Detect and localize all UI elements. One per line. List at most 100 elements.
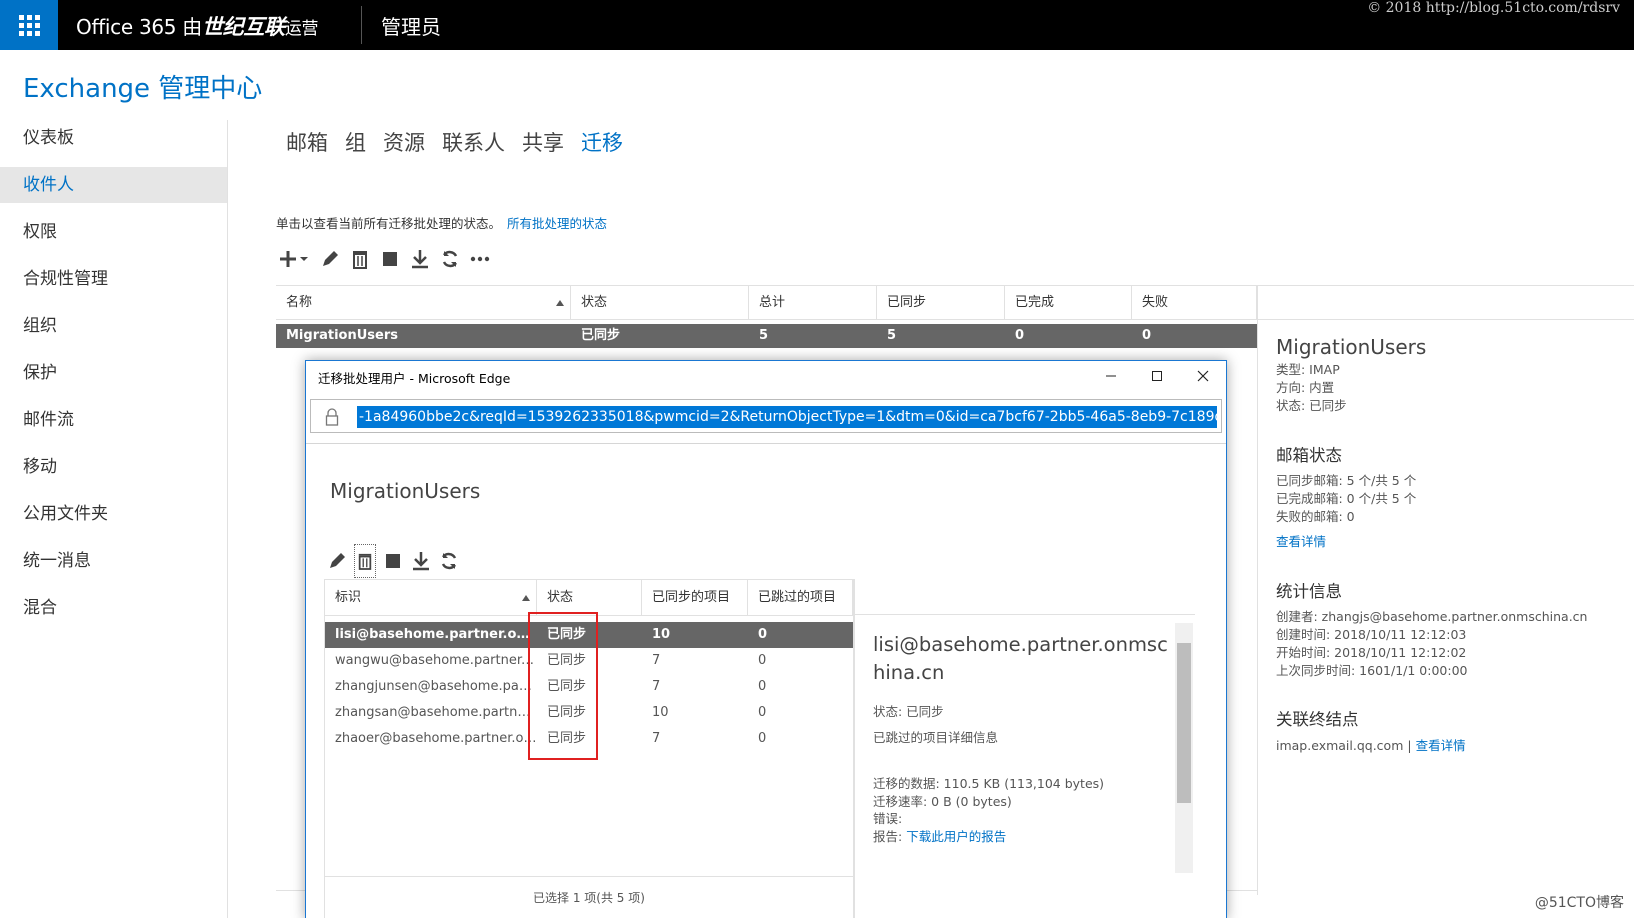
view-details-link[interactable]: 查看详情 [1276, 533, 1326, 551]
nav-item-public-folders[interactable]: 公用文件夹 [0, 496, 227, 532]
sort-ascending-icon [522, 595, 530, 601]
col-synced[interactable]: 已同步 [877, 286, 1005, 319]
delete-icon[interactable] [349, 248, 371, 270]
sort-ascending-icon [556, 300, 564, 306]
edit-icon[interactable] [326, 550, 348, 572]
hint-text: 单击以查看当前所有迁移批处理的状态。 所有批处理的状态 [276, 213, 607, 232]
maximize-icon[interactable] [1134, 361, 1180, 391]
table-row[interactable]: zhangjunsen@basehome.part... 已同步 7 0 [325, 674, 853, 700]
nav-item-organization[interactable]: 组织 [0, 308, 227, 344]
url-text[interactable]: -1a84960bbe2c&reqId=1539262335018&pwmcid… [357, 406, 1217, 428]
col-synced-items[interactable]: 已同步的项目 [642, 580, 748, 615]
tab-migration[interactable]: 迁移 [581, 127, 623, 157]
popup-toolbar [326, 544, 460, 578]
app-launcher-icon[interactable] [0, 0, 58, 50]
cell-synced-items: 7 [652, 679, 661, 694]
col-skipped-items[interactable]: 已跳过的项目 [748, 580, 853, 615]
cell-finalized: 0 [1015, 328, 1025, 343]
close-icon[interactable] [1180, 361, 1226, 391]
download-report-link[interactable]: 下载此用户的报告 [906, 829, 1006, 844]
details-status: 状态: 已同步 [1276, 398, 1347, 413]
report-line: 报告: 下载此用户的报告 [873, 828, 1006, 846]
cell-identity: zhaoer@basehome.partner.on... [335, 731, 537, 746]
migration-rate: 迁移速率: 0 B (0 bytes) [873, 794, 1012, 809]
address-bar[interactable]: -1a84960bbe2c&reqId=1539262335018&pwmcid… [310, 399, 1222, 433]
delete-icon[interactable] [354, 544, 376, 578]
skipped-items-details-link[interactable]: 已跳过的项目详细信息 [873, 729, 998, 747]
cell-synced-items: 7 [652, 731, 661, 746]
details-scrollbar[interactable] [1175, 623, 1193, 873]
endpoint-heading: 关联终结点 [1276, 710, 1359, 729]
table-row[interactable]: MigrationUsers 已同步 5 5 0 0 [276, 324, 1257, 348]
synced-mailboxes: 已同步邮箱: 5 个/共 5 个 [1276, 473, 1417, 488]
nav-item-dashboard[interactable]: 仪表板 [0, 120, 227, 156]
endpoint-line: imap.exmail.qq.com | 查看详情 [1276, 737, 1466, 755]
watermark-top: © 2018 http://blog.51cto.com/rdsrv [1367, 0, 1620, 16]
refresh-icon[interactable] [439, 248, 461, 270]
tab-mailboxes[interactable]: 邮箱 [286, 127, 328, 157]
error-label: 错误: [873, 811, 903, 826]
col-name[interactable]: 名称 [276, 286, 571, 319]
add-icon[interactable] [279, 248, 311, 270]
stop-icon[interactable] [382, 550, 404, 572]
cell-name: MigrationUsers [286, 328, 398, 343]
selection-count: 已选择 1 项(共 5 项) [325, 876, 853, 918]
col-finalized[interactable]: 已完成 [1005, 286, 1132, 319]
migration-users-window: 迁移批处理用户 - Microsoft Edge -1a84960bbe2c&r… [305, 360, 1227, 918]
more-icon[interactable] [469, 248, 491, 270]
col-identity[interactable]: 标识 [325, 580, 537, 615]
nav-item-mobile[interactable]: 移动 [0, 449, 227, 485]
minimize-icon[interactable] [1088, 361, 1134, 391]
cell-identity: lisi@basehome.partner.onms... [335, 627, 537, 642]
all-batches-status-link[interactable]: 所有批处理的状态 [507, 216, 607, 231]
nav-item-mail-flow[interactable]: 邮件流 [0, 402, 227, 438]
col-status[interactable]: 状态 [571, 286, 749, 319]
nav-item-permissions[interactable]: 权限 [0, 214, 227, 250]
table-row[interactable]: wangwu@basehome.partner.... 已同步 7 0 [325, 648, 853, 674]
download-icon[interactable] [409, 248, 431, 270]
page-title: Exchange 管理中心 [23, 74, 263, 104]
batch-table-header: 名称 状态 总计 已同步 已完成 失败 [276, 285, 1257, 320]
toolbar [279, 248, 491, 270]
col-status[interactable]: 状态 [537, 580, 642, 615]
col-failed[interactable]: 失败 [1132, 286, 1257, 319]
start-time: 开始时间: 2018/10/11 12:12:02 [1276, 645, 1467, 660]
role-label[interactable]: 管理员 [381, 11, 441, 40]
tab-resources[interactable]: 资源 [383, 127, 425, 157]
stop-icon[interactable] [379, 248, 401, 270]
table-row[interactable]: lisi@basehome.partner.onms... 已同步 10 0 [325, 622, 853, 648]
scrollbar-thumb[interactable] [1177, 643, 1191, 803]
edit-icon[interactable] [319, 248, 341, 270]
user-name: lisi@basehome.partner.onmschina.cn [873, 633, 1168, 684]
users-table-body: lisi@basehome.partner.onms... 已同步 10 0 w… [325, 622, 853, 752]
tab-shared[interactable]: 共享 [522, 127, 564, 157]
window-titlebar[interactable]: 迁移批处理用户 - Microsoft Edge [306, 361, 1226, 391]
left-nav: 仪表板 收件人 权限 合规性管理 组织 保护 邮件流 移动 公用文件夹 统一消息… [0, 120, 228, 918]
failed-mailboxes: 失败的邮箱: 0 [1276, 509, 1355, 524]
user-details-header-strip [855, 579, 1195, 615]
cell-status: 已同步 [547, 627, 587, 642]
cell-skipped-items: 0 [758, 705, 767, 720]
window-content: MigrationUsers 标识 状态 已同步的项目 已跳过的项目 lisi@… [306, 443, 1226, 918]
cell-status: 已同步 [581, 328, 621, 343]
endpoint-view-details-link[interactable]: 查看详情 [1416, 738, 1466, 753]
nav-item-hybrid[interactable]: 混合 [0, 590, 227, 626]
table-row[interactable]: zhaoer@basehome.partner.on... 已同步 7 0 [325, 726, 853, 752]
cell-status: 已同步 [547, 705, 587, 720]
batch-details-pane: MigrationUsers 类型: IMAP 方向: 内置 状态: 已同步 邮… [1257, 285, 1634, 895]
nav-item-unified-messaging[interactable]: 统一消息 [0, 543, 227, 579]
brand-bold: 世纪互联 [201, 15, 285, 39]
details-direction: 方向: 内置 [1276, 380, 1335, 395]
nav-item-recipients[interactable]: 收件人 [0, 167, 227, 203]
download-icon[interactable] [410, 550, 432, 572]
user-status: 状态: 已同步 [873, 704, 944, 719]
migrated-data: 迁移的数据: 110.5 KB (113,104 bytes) [873, 776, 1105, 791]
tab-groups[interactable]: 组 [345, 127, 366, 157]
details-type: 类型: IMAP [1276, 362, 1340, 377]
tab-contacts[interactable]: 联系人 [442, 127, 505, 157]
nav-item-protection[interactable]: 保护 [0, 355, 227, 391]
table-row[interactable]: zhangsan@basehome.partner.... 已同步 10 0 [325, 700, 853, 726]
nav-item-compliance[interactable]: 合规性管理 [0, 261, 227, 297]
refresh-icon[interactable] [438, 550, 460, 572]
col-total[interactable]: 总计 [749, 286, 877, 319]
